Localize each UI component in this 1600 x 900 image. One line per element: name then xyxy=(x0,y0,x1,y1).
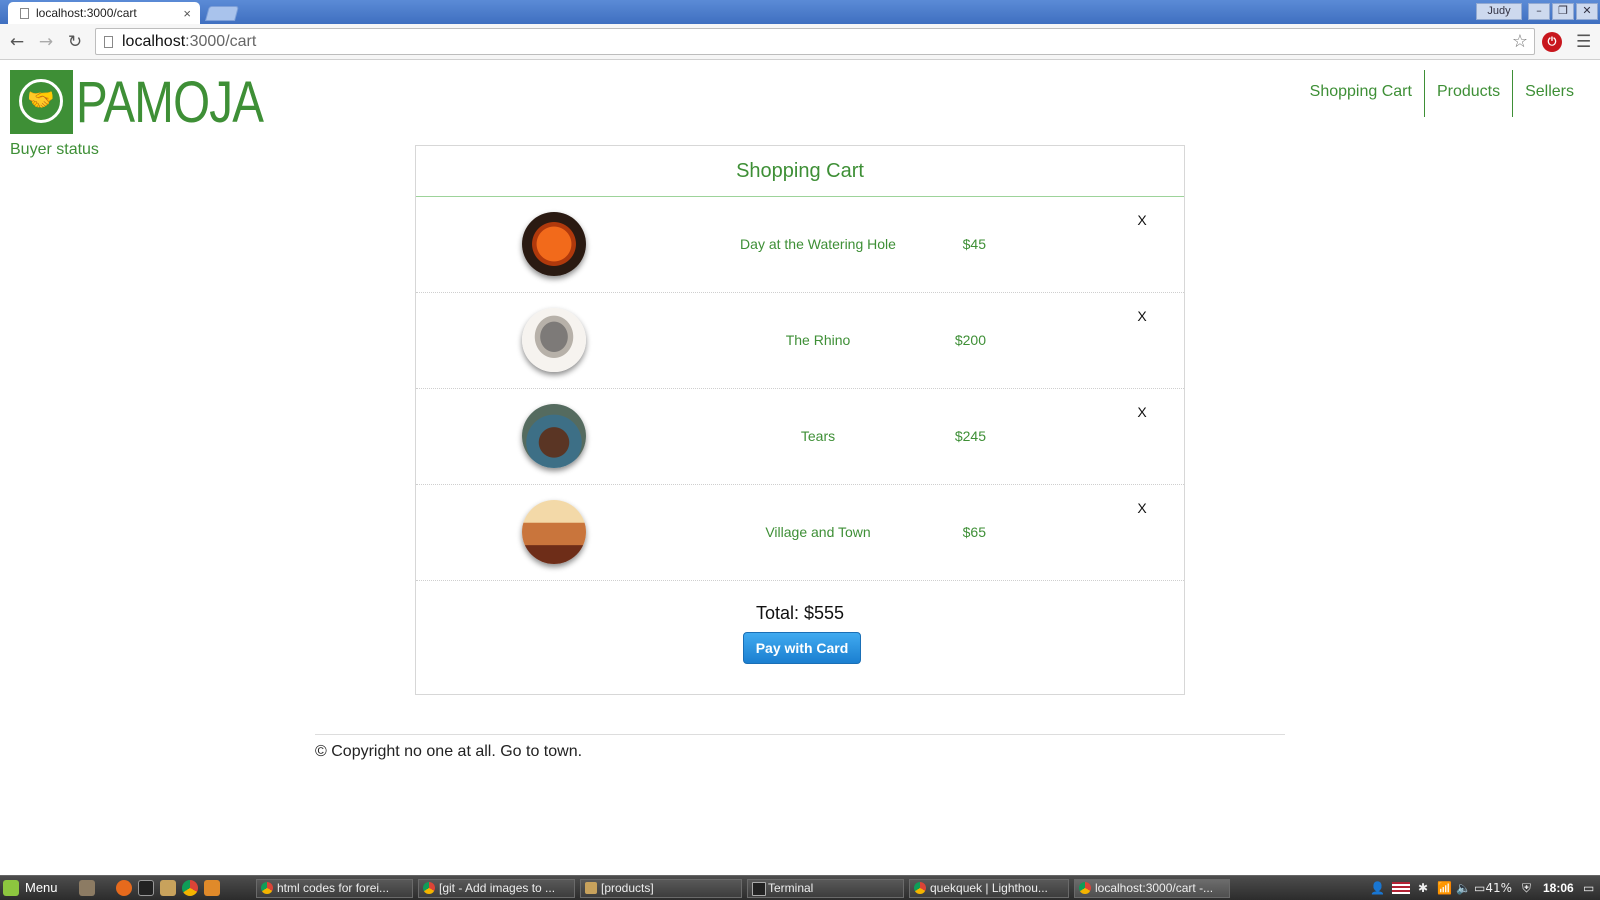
nav-products[interactable]: Products xyxy=(1423,70,1512,117)
forward-arrow-icon[interactable]: → xyxy=(35,31,57,53)
restore-button[interactable]: ❐ xyxy=(1552,3,1574,20)
chrome-icon[interactable] xyxy=(182,880,198,896)
remove-item-button[interactable]: X xyxy=(1132,307,1152,325)
logo-mark: 🤝 xyxy=(10,70,73,134)
bluetooth-icon[interactable]: ✱ xyxy=(1418,879,1428,898)
mint-logo-icon xyxy=(3,880,19,896)
task-label: html codes for forei... xyxy=(277,881,390,895)
wifi-icon[interactable]: 📶 xyxy=(1437,879,1452,898)
new-tab-button[interactable] xyxy=(204,6,240,21)
item-price: $245 xyxy=(954,428,986,444)
item-thumbnail xyxy=(522,212,586,276)
taskbar-window[interactable]: [git - Add images to ... xyxy=(418,879,575,898)
start-menu-button[interactable]: Menu xyxy=(3,879,58,897)
taskbar-clock[interactable]: 18:06 xyxy=(1543,879,1574,898)
taskbar-window[interactable]: quekquek | Lighthou... xyxy=(909,879,1069,898)
nav-shopping-cart[interactable]: Shopping Cart xyxy=(1298,70,1424,117)
cart-item: The Rhino $200 X xyxy=(416,293,1184,389)
remove-item-button[interactable]: X xyxy=(1132,403,1152,421)
task-label: quekquek | Lighthou... xyxy=(930,881,1048,895)
terminal-icon xyxy=(752,882,766,896)
os-taskbar: Menu html codes for forei... [git - Add … xyxy=(0,875,1600,900)
chrome-icon xyxy=(261,882,273,894)
us-flag-icon[interactable] xyxy=(1392,882,1410,894)
task-label: Terminal xyxy=(768,881,814,895)
firefox-icon[interactable] xyxy=(116,880,132,896)
browser-toolbar: ← → ↻ localhost:3000/cart ☆ ⏻ ☰ xyxy=(0,24,1600,60)
handshake-icon: 🤝 xyxy=(19,79,63,123)
taskbar-window[interactable]: Terminal xyxy=(747,879,904,898)
pay-with-card-button[interactable]: Pay with Card xyxy=(743,632,861,664)
reload-icon[interactable]: ↻ xyxy=(64,31,86,53)
page-icon xyxy=(20,8,29,19)
user-icon[interactable]: 👤 xyxy=(1370,879,1385,898)
remove-item-button[interactable]: X xyxy=(1132,211,1152,229)
task-label: [git - Add images to ... xyxy=(439,881,556,895)
footer-divider xyxy=(315,734,1285,735)
item-price: $45 xyxy=(962,236,986,252)
taskbar-window[interactable]: [products] xyxy=(580,879,742,898)
sublime-icon[interactable] xyxy=(204,880,220,896)
battery-percent: 41% xyxy=(1485,881,1513,895)
task-label: [products] xyxy=(601,881,654,895)
footer-text: © Copyright no one at all. Go to town. xyxy=(315,743,583,760)
chrome-icon xyxy=(914,882,926,894)
nav-sellers[interactable]: Sellers xyxy=(1512,70,1586,117)
shopping-cart-panel: Shopping Cart Day at the Watering Hole $… xyxy=(415,145,1185,695)
browser-tab[interactable]: localhost:3000/cart × xyxy=(8,2,200,25)
show-desktop-icon[interactable] xyxy=(79,880,95,896)
cart-total: Total: $555 xyxy=(755,603,845,623)
taskbar-window-active[interactable]: localhost:3000/cart -... xyxy=(1074,879,1230,898)
top-nav: Shopping Cart Products Sellers xyxy=(1298,70,1586,117)
remove-item-button[interactable]: X xyxy=(1132,499,1152,517)
task-label: localhost:3000/cart -... xyxy=(1095,881,1214,895)
minimize-button[interactable]: – xyxy=(1528,3,1550,20)
cart-item: Village and Town $65 X xyxy=(416,485,1184,581)
cart-title: Shopping Cart xyxy=(416,146,1184,197)
terminal-icon[interactable] xyxy=(138,880,154,896)
browser-menu-icon[interactable]: ☰ xyxy=(1576,31,1591,53)
volume-icon[interactable]: 🔈 xyxy=(1456,879,1471,898)
taskbar-window[interactable]: html codes for forei... xyxy=(256,879,413,898)
shield-icon[interactable]: ⛨ xyxy=(1522,879,1531,898)
chrome-icon xyxy=(1079,882,1091,894)
buyer-status-link[interactable]: Buyer status xyxy=(10,140,99,160)
page-viewport: 🤝 PAMOJA Buyer status Shopping Cart Prod… xyxy=(0,60,1600,875)
files-icon[interactable] xyxy=(160,880,176,896)
folder-icon xyxy=(585,882,597,894)
url-host: localhost xyxy=(122,33,186,50)
item-thumbnail xyxy=(522,308,586,372)
item-thumbnail xyxy=(522,404,586,468)
address-bar[interactable]: localhost:3000/cart ☆ xyxy=(95,28,1535,55)
back-arrow-icon[interactable]: ← xyxy=(6,31,28,53)
browser-titlebar: localhost:3000/cart × Judy – ❐ ✕ xyxy=(0,0,1600,25)
battery-icon: ▭ xyxy=(1474,881,1486,895)
item-thumbnail xyxy=(522,500,586,564)
start-menu-label: Menu xyxy=(25,880,58,895)
bookmark-star-icon[interactable]: ☆ xyxy=(1512,30,1528,54)
desktop-icon[interactable]: ▭ xyxy=(1583,879,1594,898)
url-path: :3000/cart xyxy=(185,33,257,50)
profile-button[interactable]: Judy xyxy=(1476,3,1522,20)
tab-close-icon[interactable]: × xyxy=(183,2,191,25)
battery-status[interactable]: ▭41% xyxy=(1474,879,1512,898)
chrome-icon xyxy=(423,882,435,894)
close-window-button[interactable]: ✕ xyxy=(1576,3,1598,20)
cart-item: Day at the Watering Hole $45 X xyxy=(416,197,1184,293)
url-text: localhost:3000/cart xyxy=(122,29,256,54)
cart-item: Tears $245 X xyxy=(416,389,1184,485)
extension-stop-icon[interactable]: ⏻ xyxy=(1542,32,1562,52)
logo-text: PAMOJA xyxy=(76,70,264,135)
tab-title: localhost:3000/cart xyxy=(36,6,137,20)
page-icon xyxy=(104,36,113,48)
item-price: $200 xyxy=(954,332,986,348)
item-price: $65 xyxy=(962,524,986,540)
site-logo[interactable]: 🤝 PAMOJA xyxy=(10,70,264,134)
